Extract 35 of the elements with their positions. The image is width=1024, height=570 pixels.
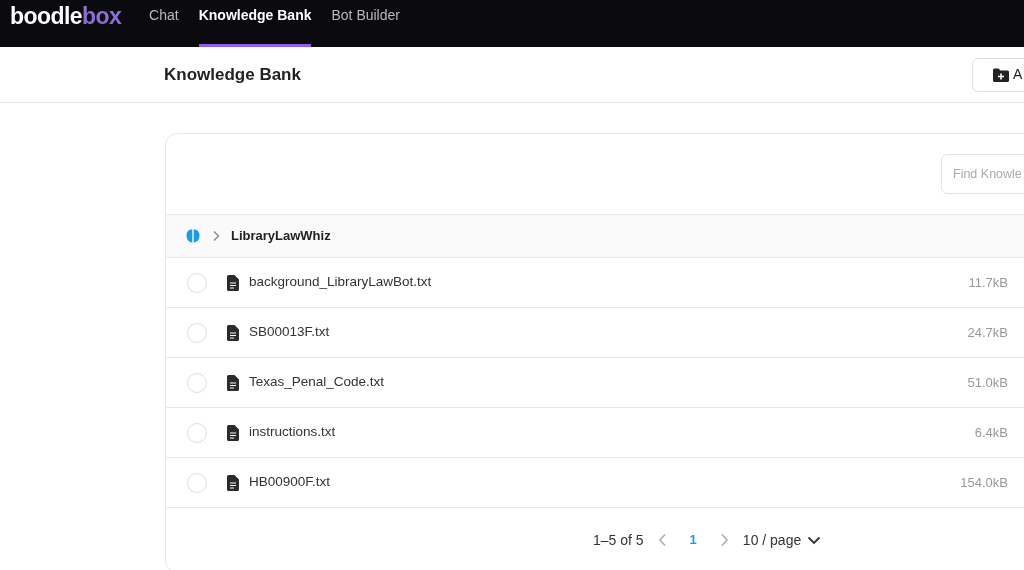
- file-name[interactable]: HB00900F.txt: [249, 472, 961, 493]
- add-button[interactable]: A: [972, 57, 1024, 92]
- chevron-right-icon[interactable]: [211, 230, 221, 242]
- chevron-left-icon[interactable]: [657, 533, 668, 547]
- file-name[interactable]: instructions.txt: [249, 422, 975, 443]
- file-name[interactable]: SB00013F.txt: [249, 322, 968, 343]
- nav-tab[interactable]: Chat: [149, 0, 179, 47]
- file-size: 11.7kB: [968, 273, 1008, 292]
- chevron-down-icon: [807, 535, 822, 545]
- logo[interactable]: boodlebox: [10, 0, 122, 47]
- file-name[interactable]: background_LibraryLawBot.txt: [249, 272, 969, 293]
- file-size: 24.7kB: [967, 323, 1008, 342]
- file-icon: [227, 474, 239, 491]
- file-size: 154.0kB: [960, 473, 1008, 492]
- file-icon: [227, 424, 239, 441]
- folder-plus-icon: [993, 67, 1009, 82]
- file-icon: [227, 324, 239, 341]
- brain-icon: [185, 228, 201, 244]
- row-checkbox[interactable]: [187, 272, 207, 293]
- file-size: 6.4kB: [974, 423, 1008, 442]
- row-checkbox[interactable]: [187, 422, 207, 443]
- search-field[interactable]: Find Knowle: [941, 154, 1024, 194]
- file-size: 51.0kB: [967, 373, 1008, 392]
- page-range: 1–5 of 5: [593, 530, 644, 550]
- page-title: Knowledge Bank: [164, 63, 302, 86]
- row-checkbox[interactable]: [187, 322, 207, 343]
- row-checkbox[interactable]: [187, 372, 207, 393]
- page-size-select[interactable]: 10 / page: [742, 529, 822, 551]
- file-name[interactable]: Texas_Penal_Code.txt: [249, 372, 968, 393]
- folder-name[interactable]: LibraryLawWhiz: [231, 226, 331, 246]
- nav-tab[interactable]: Bot Builder: [331, 0, 400, 47]
- file-icon: [227, 374, 239, 391]
- nav-tab[interactable]: Knowledge Bank: [198, 0, 312, 47]
- file-icon: [227, 274, 239, 291]
- row-checkbox[interactable]: [187, 472, 207, 493]
